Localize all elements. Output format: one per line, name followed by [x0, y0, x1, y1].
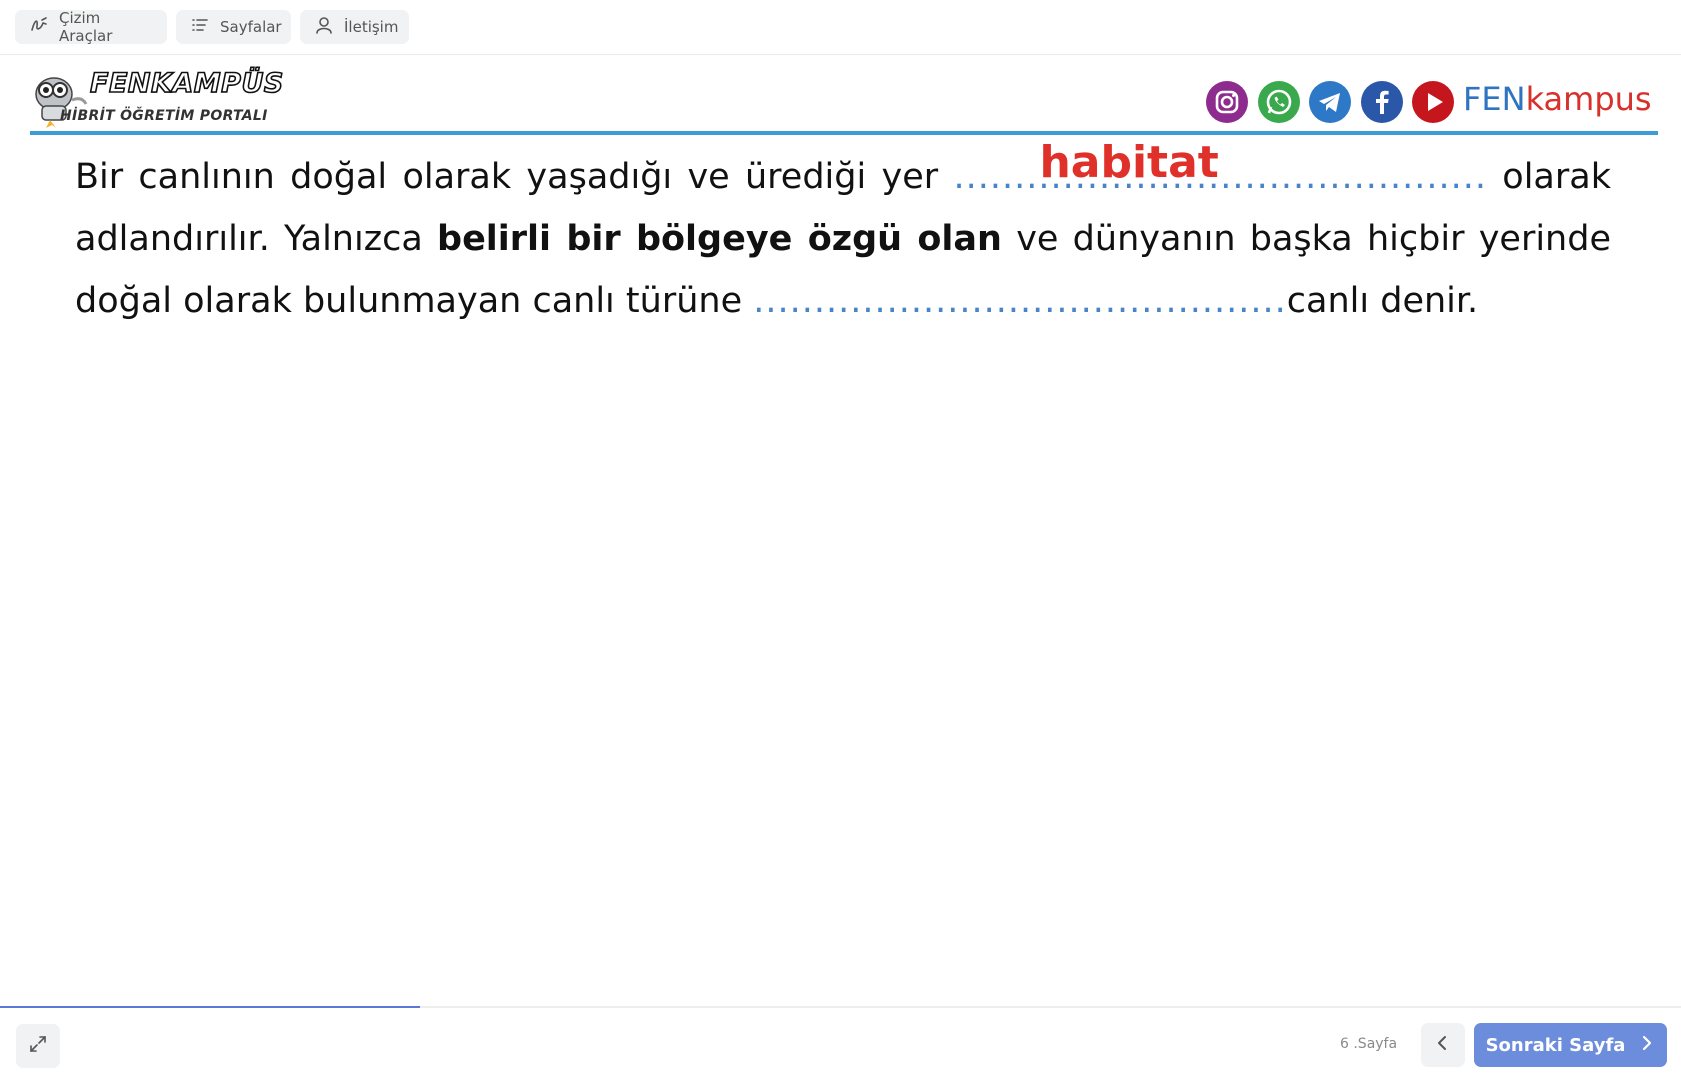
youtube-icon[interactable]	[1412, 81, 1454, 123]
drawing-tools-label: Çizim Araçlar	[59, 9, 113, 45]
instagram-icon[interactable]	[1206, 81, 1248, 123]
logo-subtitle: HİBRİT ÖĞRETİM PORTALI	[60, 108, 268, 124]
pages-button[interactable]: Sayfalar	[176, 10, 291, 44]
previous-page-button[interactable]	[1421, 1023, 1465, 1067]
logo-title: FENKAMPÜS	[89, 67, 284, 100]
contact-button[interactable]: İletişim	[300, 10, 409, 44]
list-icon	[190, 15, 210, 39]
bold-phrase: belirli bir bölgeye özgü olan	[437, 219, 1002, 259]
blank-1-dots: ........................................…	[953, 157, 1487, 197]
expand-icon	[28, 1034, 48, 1058]
answer-blank-1[interactable]: ........................................…	[953, 137, 1487, 208]
answer-habitat: habitat	[1039, 137, 1219, 188]
question-text: Bir canlının doğal olarak yaşadığı ve ür…	[75, 137, 1611, 332]
top-toolbar: Çizim Araçlar Sayfalar İletişim	[0, 0, 1681, 55]
page-progress-fill	[0, 1006, 421, 1008]
pen-squiggle-icon	[29, 15, 49, 39]
chevron-right-icon	[1639, 1034, 1655, 1057]
next-page-button[interactable]: Sonraki Sayfa	[1474, 1023, 1667, 1067]
drawing-tools-button[interactable]: Çizim Araçlar	[15, 9, 167, 45]
sentence-part-1: Bir canlının doğal olarak yaşadığı ve ür…	[75, 157, 939, 197]
answer-blank-2[interactable]: ........................................…	[753, 281, 1287, 321]
facebook-icon[interactable]	[1361, 81, 1403, 123]
fenkampus-logo: FENKAMPÜS HİBRİT ÖĞRETİM PORTALI	[28, 64, 284, 130]
brand-name: FENkampus	[1463, 80, 1652, 118]
whatsapp-icon[interactable]	[1258, 81, 1300, 123]
user-icon	[314, 15, 334, 39]
header-divider	[30, 131, 1658, 135]
chevron-left-icon	[1434, 1034, 1452, 1056]
contact-label: İletişim	[344, 18, 399, 36]
page-indicator: 6 .Sayfa	[1340, 1036, 1398, 1052]
sentence-part-4: canlı denir.	[1286, 281, 1479, 321]
pages-label: Sayfalar	[220, 18, 282, 36]
page-progress-bar	[0, 1006, 1681, 1008]
brand-kampus: kampus	[1525, 80, 1652, 118]
fullscreen-button[interactable]	[16, 1024, 60, 1068]
brand-fen: FEN	[1463, 80, 1526, 118]
next-page-label: Sonraki Sayfa	[1485, 1034, 1626, 1056]
telegram-icon[interactable]	[1309, 81, 1351, 123]
